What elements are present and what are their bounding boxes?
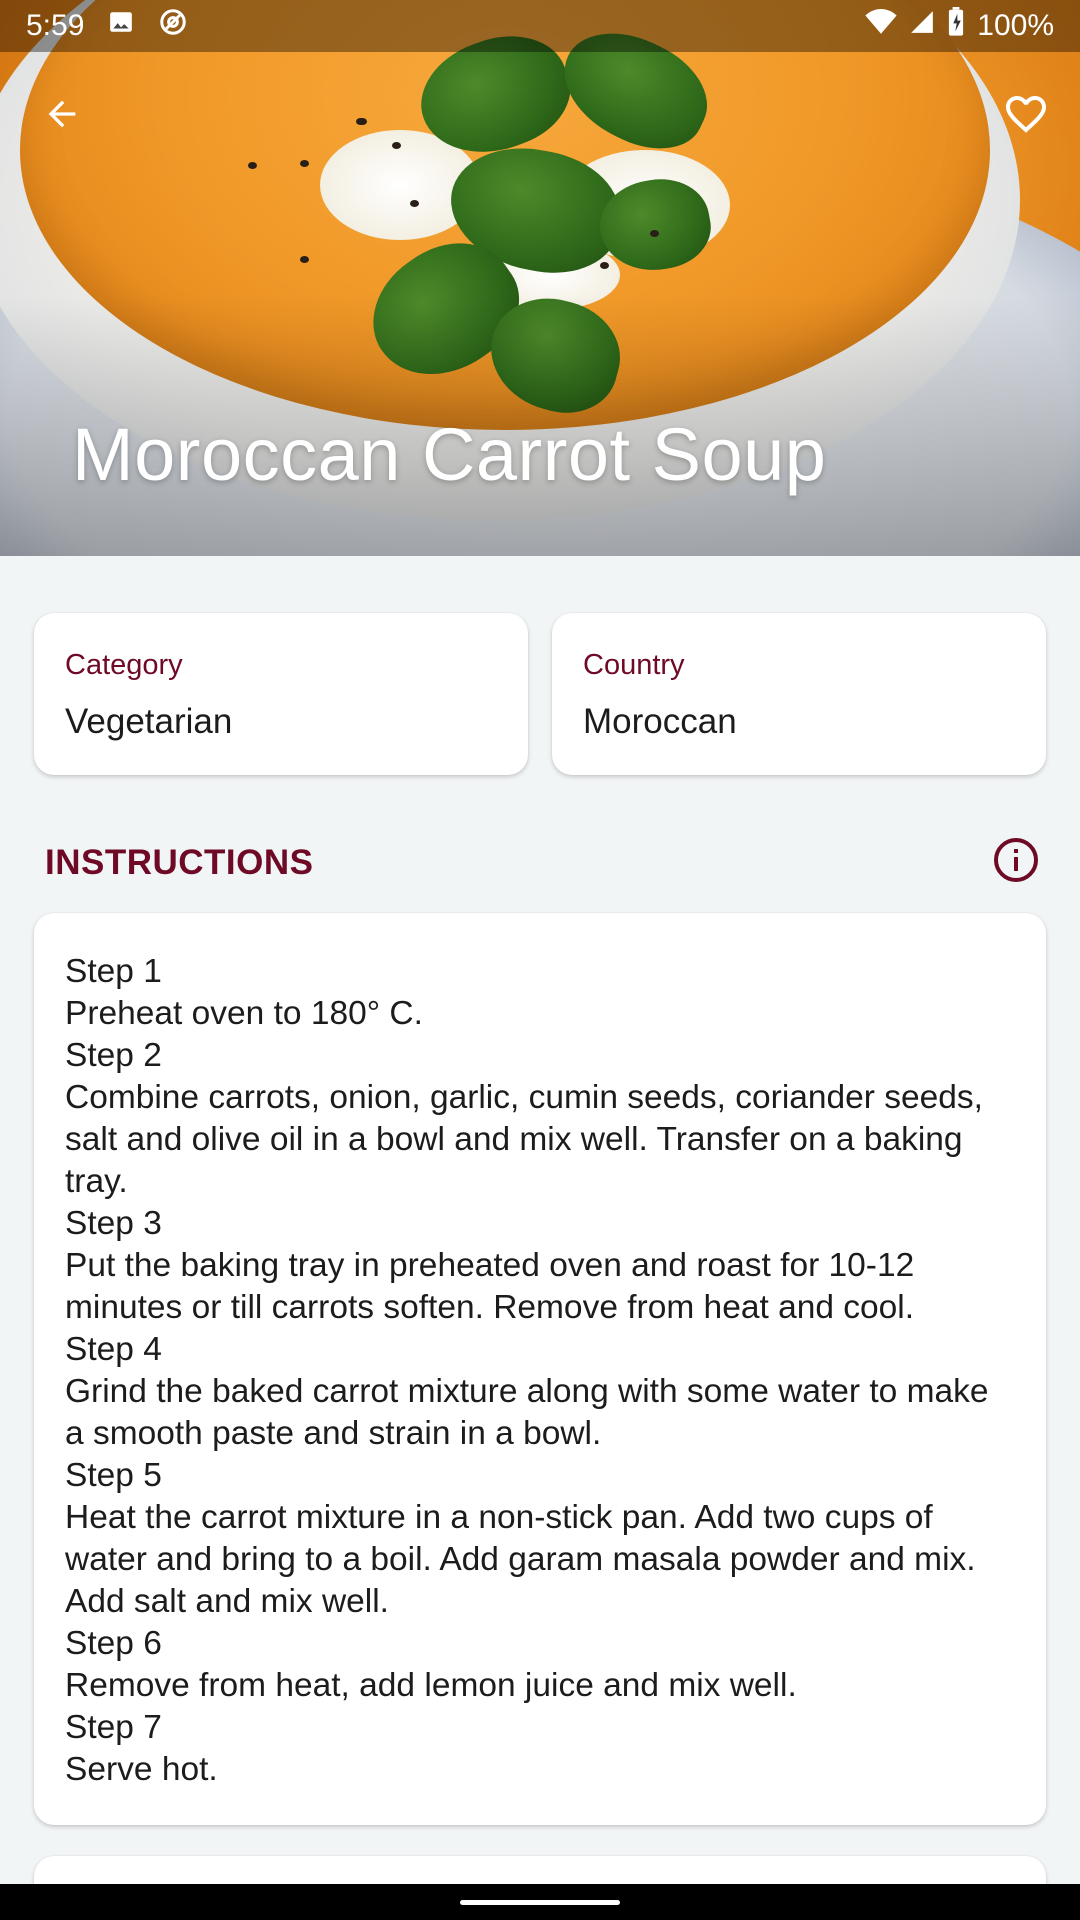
instructions-info-button[interactable]: [990, 836, 1042, 888]
pepper-speck: [600, 262, 609, 269]
image-icon: [108, 9, 134, 43]
battery-percent: 100%: [977, 9, 1054, 42]
pepper-speck: [650, 230, 659, 237]
at-sign-icon: [158, 7, 188, 45]
pepper-speck: [358, 118, 367, 125]
pepper-speck: [300, 160, 309, 167]
country-card: Country Moroccan: [552, 613, 1046, 775]
category-label: Category: [65, 649, 183, 681]
pepper-speck: [248, 162, 257, 169]
navigation-bar: [0, 1884, 1080, 1920]
back-button[interactable]: [30, 84, 94, 148]
recipe-title: Moroccan Carrot Soup: [72, 413, 827, 496]
heart-outline-icon: [1002, 90, 1050, 143]
pepper-speck: [392, 142, 401, 149]
signal-icon: [909, 9, 935, 43]
status-bar: 5:59 100%: [0, 0, 1080, 52]
category-value: Vegetarian: [65, 702, 233, 741]
instructions-text: Step 1 Preheat oven to 180° C. Step 2 Co…: [65, 953, 989, 1788]
country-label: Country: [583, 649, 685, 681]
status-time: 5:59: [26, 9, 85, 42]
instructions-card: Step 1 Preheat oven to 180° C. Step 2 Co…: [34, 913, 1046, 1825]
home-gesture-handle[interactable]: [460, 1900, 620, 1905]
pepper-speck: [300, 256, 309, 263]
pepper-speck: [410, 200, 419, 207]
wifi-icon: [865, 9, 897, 43]
arrow-left-icon: [42, 94, 82, 139]
favorite-button[interactable]: [994, 84, 1058, 148]
category-card: Category Vegetarian: [34, 613, 528, 775]
info-circle-icon: [992, 836, 1040, 889]
battery-icon: [947, 7, 965, 45]
instructions-heading: INSTRUCTIONS: [45, 843, 314, 882]
country-value: Moroccan: [583, 702, 737, 741]
